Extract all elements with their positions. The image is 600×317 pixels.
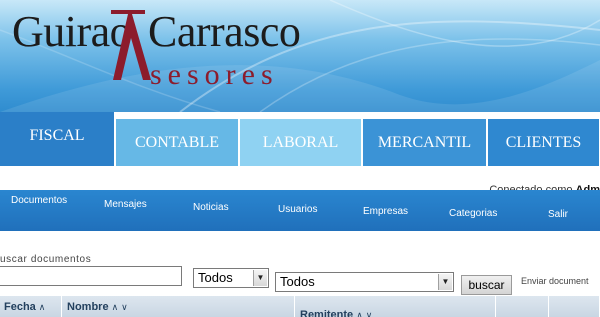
logo-subtitle: sesores: [150, 58, 279, 91]
tab-laboral[interactable]: LABORAL: [240, 119, 362, 166]
filter-select-2-value: Todos: [280, 274, 315, 289]
sort-desc-icon[interactable]: ∨: [366, 310, 373, 317]
logo-lambda-mark: [111, 10, 151, 80]
chevron-down-icon: ▼: [438, 274, 452, 290]
nav-empresas[interactable]: Empresas: [363, 206, 408, 217]
column-remitente[interactable]: Remitente ∧ ∨: [296, 296, 496, 317]
search-input[interactable]: [0, 266, 182, 286]
search-button[interactable]: buscar: [461, 275, 512, 295]
send-document-link[interactable]: Enviar document: [521, 276, 589, 286]
nav-documentos[interactable]: Documentos: [11, 195, 67, 206]
column-extra-2: [550, 296, 600, 317]
column-extra-1: [497, 296, 549, 317]
nav-mensajes[interactable]: Mensajes: [104, 199, 147, 210]
filter-select-1[interactable]: Todos ▼: [193, 268, 269, 288]
table-header: Fecha ∧ Nombre ∧ ∨ Remitente ∧ ∨: [0, 296, 600, 317]
nav-noticias[interactable]: Noticias: [193, 202, 229, 213]
filter-select-2[interactable]: Todos ▼: [275, 272, 454, 292]
header-banner: Guirao Carrasco sesores: [0, 0, 600, 112]
column-nombre[interactable]: Nombre ∧ ∨: [63, 296, 295, 317]
column-remitente-label: Remitente: [300, 309, 354, 317]
nav-usuarios[interactable]: Usuarios: [278, 204, 317, 215]
tab-fiscal[interactable]: FISCAL: [0, 112, 115, 166]
column-nombre-label: Nombre: [67, 301, 109, 313]
sort-asc-icon[interactable]: ∧: [39, 302, 46, 312]
search-label: uscar documentos: [0, 254, 92, 265]
filter-select-1-value: Todos: [198, 270, 233, 285]
main-tabs: FISCAL CONTABLE LABORAL MERCANTIL CLIENT…: [0, 112, 600, 166]
tab-clientes[interactable]: CLIENTES: [488, 119, 600, 166]
secondary-nav: Documentos Mensajes Noticias Usuarios Em…: [0, 190, 600, 231]
status-bar: Conectado como Adm: [0, 166, 600, 196]
nav-salir[interactable]: Salir: [548, 209, 568, 220]
sort-desc-icon[interactable]: ∨: [121, 302, 128, 312]
tab-mercantil[interactable]: MERCANTIL: [363, 119, 487, 166]
column-fecha[interactable]: Fecha ∧: [0, 296, 62, 317]
nav-categorias[interactable]: Categorias: [449, 208, 497, 219]
chevron-down-icon: ▼: [253, 270, 267, 286]
logo-word-carrasco: Carrasco: [148, 7, 301, 56]
tab-contable[interactable]: CONTABLE: [116, 119, 239, 166]
sort-asc-icon[interactable]: ∧: [356, 310, 363, 317]
column-fecha-label: Fecha: [4, 301, 36, 313]
sort-asc-icon[interactable]: ∧: [112, 302, 119, 312]
